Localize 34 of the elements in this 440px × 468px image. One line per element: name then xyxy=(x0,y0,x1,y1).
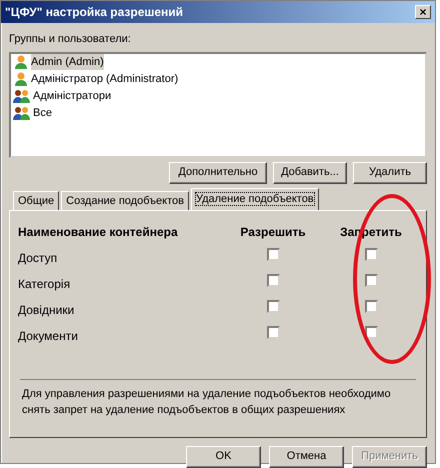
close-button[interactable]: × xyxy=(415,5,431,19)
list-label: Группы и пользователи: xyxy=(9,32,132,47)
list-button[interactable]: Добавить... xyxy=(273,162,347,184)
checkbox[interactable] xyxy=(364,248,378,262)
user-icon xyxy=(13,71,29,87)
row-label: Довідники xyxy=(18,302,76,318)
list-button[interactable]: Дополнительно xyxy=(169,162,267,184)
list-item[interactable]: Все xyxy=(11,104,425,122)
tab[interactable]: Общие xyxy=(13,190,60,210)
row-label: Категорія xyxy=(18,276,72,292)
checkbox[interactable] xyxy=(266,326,280,340)
list-item[interactable]: Адміністратор (Administrator) xyxy=(11,70,425,88)
checkbox[interactable] xyxy=(364,300,378,314)
list-item[interactable]: Admin (Admin) xyxy=(11,54,425,70)
column-header: Разрешить xyxy=(239,224,307,240)
checkbox[interactable] xyxy=(266,274,280,288)
tab[interactable]: Удаление подобъектов xyxy=(190,188,319,210)
users-icon xyxy=(13,105,31,121)
dialog-button[interactable]: Отмена xyxy=(269,446,344,468)
users-icon xyxy=(13,88,31,104)
list-button[interactable]: Удалить xyxy=(353,162,427,184)
row-label: Доступ xyxy=(18,250,58,266)
dialog-button[interactable]: OK xyxy=(186,446,261,468)
column-header: Наименование контейнера xyxy=(18,224,179,240)
tab[interactable]: Создание подобъектов xyxy=(61,190,189,210)
checkbox[interactable] xyxy=(266,248,280,262)
window-title: "ЦФУ" настройка разрешений xyxy=(5,4,184,21)
checkbox[interactable] xyxy=(266,300,280,314)
checkbox[interactable] xyxy=(364,326,378,340)
info-text: Для управления разрешениями на удаление подъобъектов необходимо снять запрет на удаление подъобъектов в общих разрешениях xyxy=(21,386,392,418)
user-icon xyxy=(13,54,29,70)
list-item[interactable]: Адміністратори xyxy=(11,88,425,104)
row-label: Документи xyxy=(18,328,79,344)
checkbox[interactable] xyxy=(364,274,378,288)
